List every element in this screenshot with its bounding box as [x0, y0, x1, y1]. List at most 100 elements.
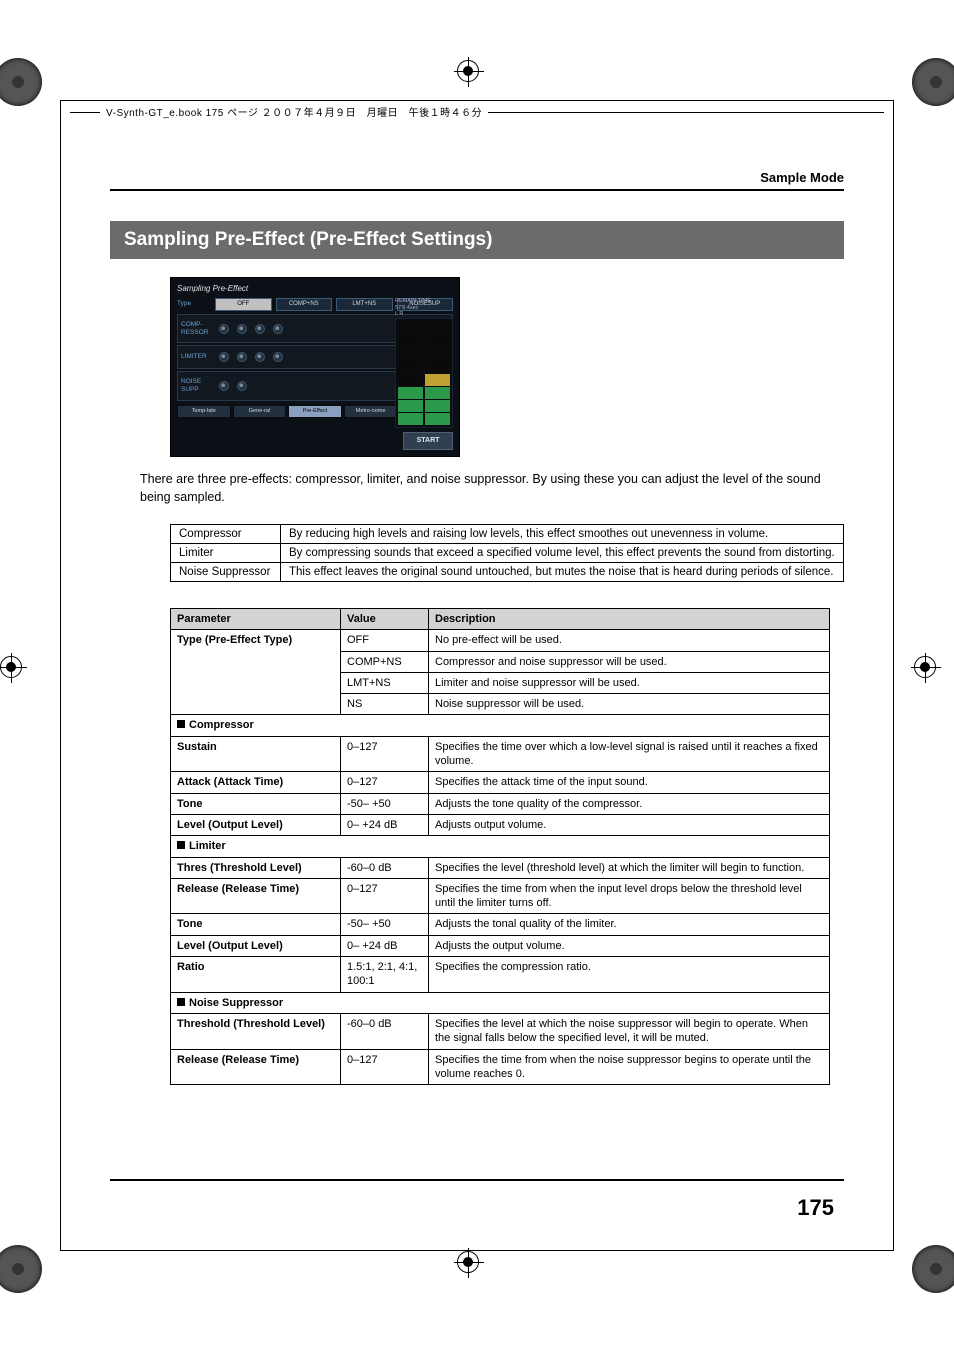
registration-mark	[457, 1251, 497, 1291]
param-desc: Adjusts output volume.	[429, 814, 830, 835]
param-name: Tone	[171, 793, 341, 814]
book-meta-header: V-Synth-GT_e.book 175 ページ ２００７年４月９日 月曜日 …	[100, 104, 488, 119]
thumb-tab-off: OFF	[215, 298, 272, 311]
effects-summary-table: CompressorBy reducing high levels and ra…	[170, 524, 844, 582]
param-name: Attack (Attack Time)	[171, 772, 341, 793]
thumb-tab-compns: COMP+NS	[276, 298, 333, 311]
param-desc: Adjusts the tone quality of the compress…	[429, 793, 830, 814]
param-desc: Adjusts the tonal quality of the limiter…	[429, 914, 830, 935]
table-row: Thres (Threshold Level)-60–0 dBSpecifies…	[171, 857, 830, 878]
thumb-type-label: Type	[177, 300, 211, 308]
thumb-remain-time: REMAIN TIME 57'8.4sec L R	[395, 298, 453, 318]
thumb-tab-lmtns: LMT+NS	[336, 298, 393, 311]
effect-desc: By reducing high levels and raising low …	[281, 525, 844, 544]
table-row: LimiterBy compressing sounds that exceed…	[171, 544, 844, 563]
section-header: Sample Mode	[110, 170, 844, 185]
table-row: Level (Output Level)0– +24 dBAdjusts out…	[171, 814, 830, 835]
param-name: Release (Release Time)	[171, 878, 341, 914]
section-title: Sampling Pre-Effect (Pre-Effect Settings…	[110, 221, 844, 259]
page-number: 175	[797, 1195, 834, 1221]
param-value: 0–127	[341, 772, 429, 793]
effect-name: Limiter	[171, 544, 281, 563]
param-name: Sustain	[171, 736, 341, 772]
header-rule	[110, 189, 844, 191]
col-description: Description	[429, 609, 830, 630]
col-parameter: Parameter	[171, 609, 341, 630]
registration-mark	[914, 656, 954, 696]
table-row: Release (Release Time)0–127Specifies the…	[171, 878, 830, 914]
param-desc: Limiter and noise suppressor will be use…	[429, 672, 830, 693]
table-row: Sustain0–127Specifies the time over whic…	[171, 736, 830, 772]
section-label: Limiter	[171, 836, 830, 857]
table-row: Threshold (Threshold Level)-60–0 dBSpeci…	[171, 1013, 830, 1049]
effect-name: Compressor	[171, 525, 281, 544]
param-name: Level (Output Level)	[171, 814, 341, 835]
table-row: Noise SuppressorThis effect leaves the o…	[171, 563, 844, 582]
param-name: Release (Release Time)	[171, 1049, 341, 1085]
effect-desc: This effect leaves the original sound un…	[281, 563, 844, 582]
param-name: Ratio	[171, 957, 341, 993]
table-row: Attack (Attack Time)0–127Specifies the a…	[171, 772, 830, 793]
table-row: Level (Output Level)0– +24 dBAdjusts the…	[171, 935, 830, 956]
param-value: -50– +50	[341, 793, 429, 814]
section-label: Noise Suppressor	[171, 992, 830, 1013]
effect-name: Noise Suppressor	[171, 563, 281, 582]
thumb-title: Sampling Pre-Effect	[177, 284, 453, 294]
param-desc: Specifies the time from when the input l…	[429, 878, 830, 914]
param-desc: Specifies the time from when the noise s…	[429, 1049, 830, 1085]
thumb-tab-general: Gene-ral	[233, 405, 287, 418]
thumb-level-meters	[395, 318, 453, 428]
param-name: Level (Output Level)	[171, 935, 341, 956]
intro-paragraph: There are three pre-effects: compressor,…	[140, 471, 844, 506]
param-value: 0–127	[341, 1049, 429, 1085]
param-value: OFF	[341, 630, 429, 651]
param-desc: Specifies the level at which the noise s…	[429, 1013, 830, 1049]
footer-rule	[110, 1179, 844, 1181]
corner-decoration	[0, 58, 42, 106]
registration-mark	[457, 60, 497, 100]
param-value: NS	[341, 694, 429, 715]
param-name: Type (Pre-Effect Type)	[171, 630, 341, 715]
param-name: Thres (Threshold Level)	[171, 857, 341, 878]
param-value: -50– +50	[341, 914, 429, 935]
param-desc: Compressor and noise suppressor will be …	[429, 651, 830, 672]
registration-mark	[0, 656, 40, 696]
section-label: Compressor	[171, 715, 830, 736]
thumb-tab-preeffect: Pre-Effect	[288, 405, 342, 418]
param-value: 0–127	[341, 736, 429, 772]
param-desc: No pre-effect will be used.	[429, 630, 830, 651]
param-value: LMT+NS	[341, 672, 429, 693]
param-value: 0– +24 dB	[341, 814, 429, 835]
param-desc: Specifies the attack time of the input s…	[429, 772, 830, 793]
table-row: Noise Suppressor	[171, 992, 830, 1013]
col-value: Value	[341, 609, 429, 630]
parameters-table: Parameter Value Description Type (Pre-Ef…	[170, 608, 830, 1085]
corner-decoration	[912, 58, 954, 106]
param-name: Tone	[171, 914, 341, 935]
corner-decoration	[912, 1245, 954, 1293]
param-value: 0– +24 dB	[341, 935, 429, 956]
param-desc: Noise suppressor will be used.	[429, 694, 830, 715]
param-desc: Specifies the time over which a low-leve…	[429, 736, 830, 772]
effect-desc: By compressing sounds that exceed a spec…	[281, 544, 844, 563]
param-name: Threshold (Threshold Level)	[171, 1013, 341, 1049]
param-value: -60–0 dB	[341, 857, 429, 878]
table-row: Type (Pre-Effect Type)OFFNo pre-effect w…	[171, 630, 830, 651]
table-row: Ratio1.5:1, 2:1, 4:1, 100:1Specifies the…	[171, 957, 830, 993]
table-row: Release (Release Time)0–127Specifies the…	[171, 1049, 830, 1085]
table-row: CompressorBy reducing high levels and ra…	[171, 525, 844, 544]
param-value: 1.5:1, 2:1, 4:1, 100:1	[341, 957, 429, 993]
param-value: 0–127	[341, 878, 429, 914]
device-screenshot: Sampling Pre-Effect Type OFF COMP+NS LMT…	[170, 277, 460, 457]
param-desc: Adjusts the output volume.	[429, 935, 830, 956]
param-desc: Specifies the compression ratio.	[429, 957, 830, 993]
corner-decoration	[0, 1245, 42, 1293]
table-row: Limiter	[171, 836, 830, 857]
table-row: Compressor	[171, 715, 830, 736]
param-value: COMP+NS	[341, 651, 429, 672]
table-row: Tone-50– +50Adjusts the tone quality of …	[171, 793, 830, 814]
param-value: -60–0 dB	[341, 1013, 429, 1049]
thumb-start-button: START	[403, 432, 453, 450]
param-desc: Specifies the level (threshold level) at…	[429, 857, 830, 878]
thumb-tab-template: Temp-late	[177, 405, 231, 418]
